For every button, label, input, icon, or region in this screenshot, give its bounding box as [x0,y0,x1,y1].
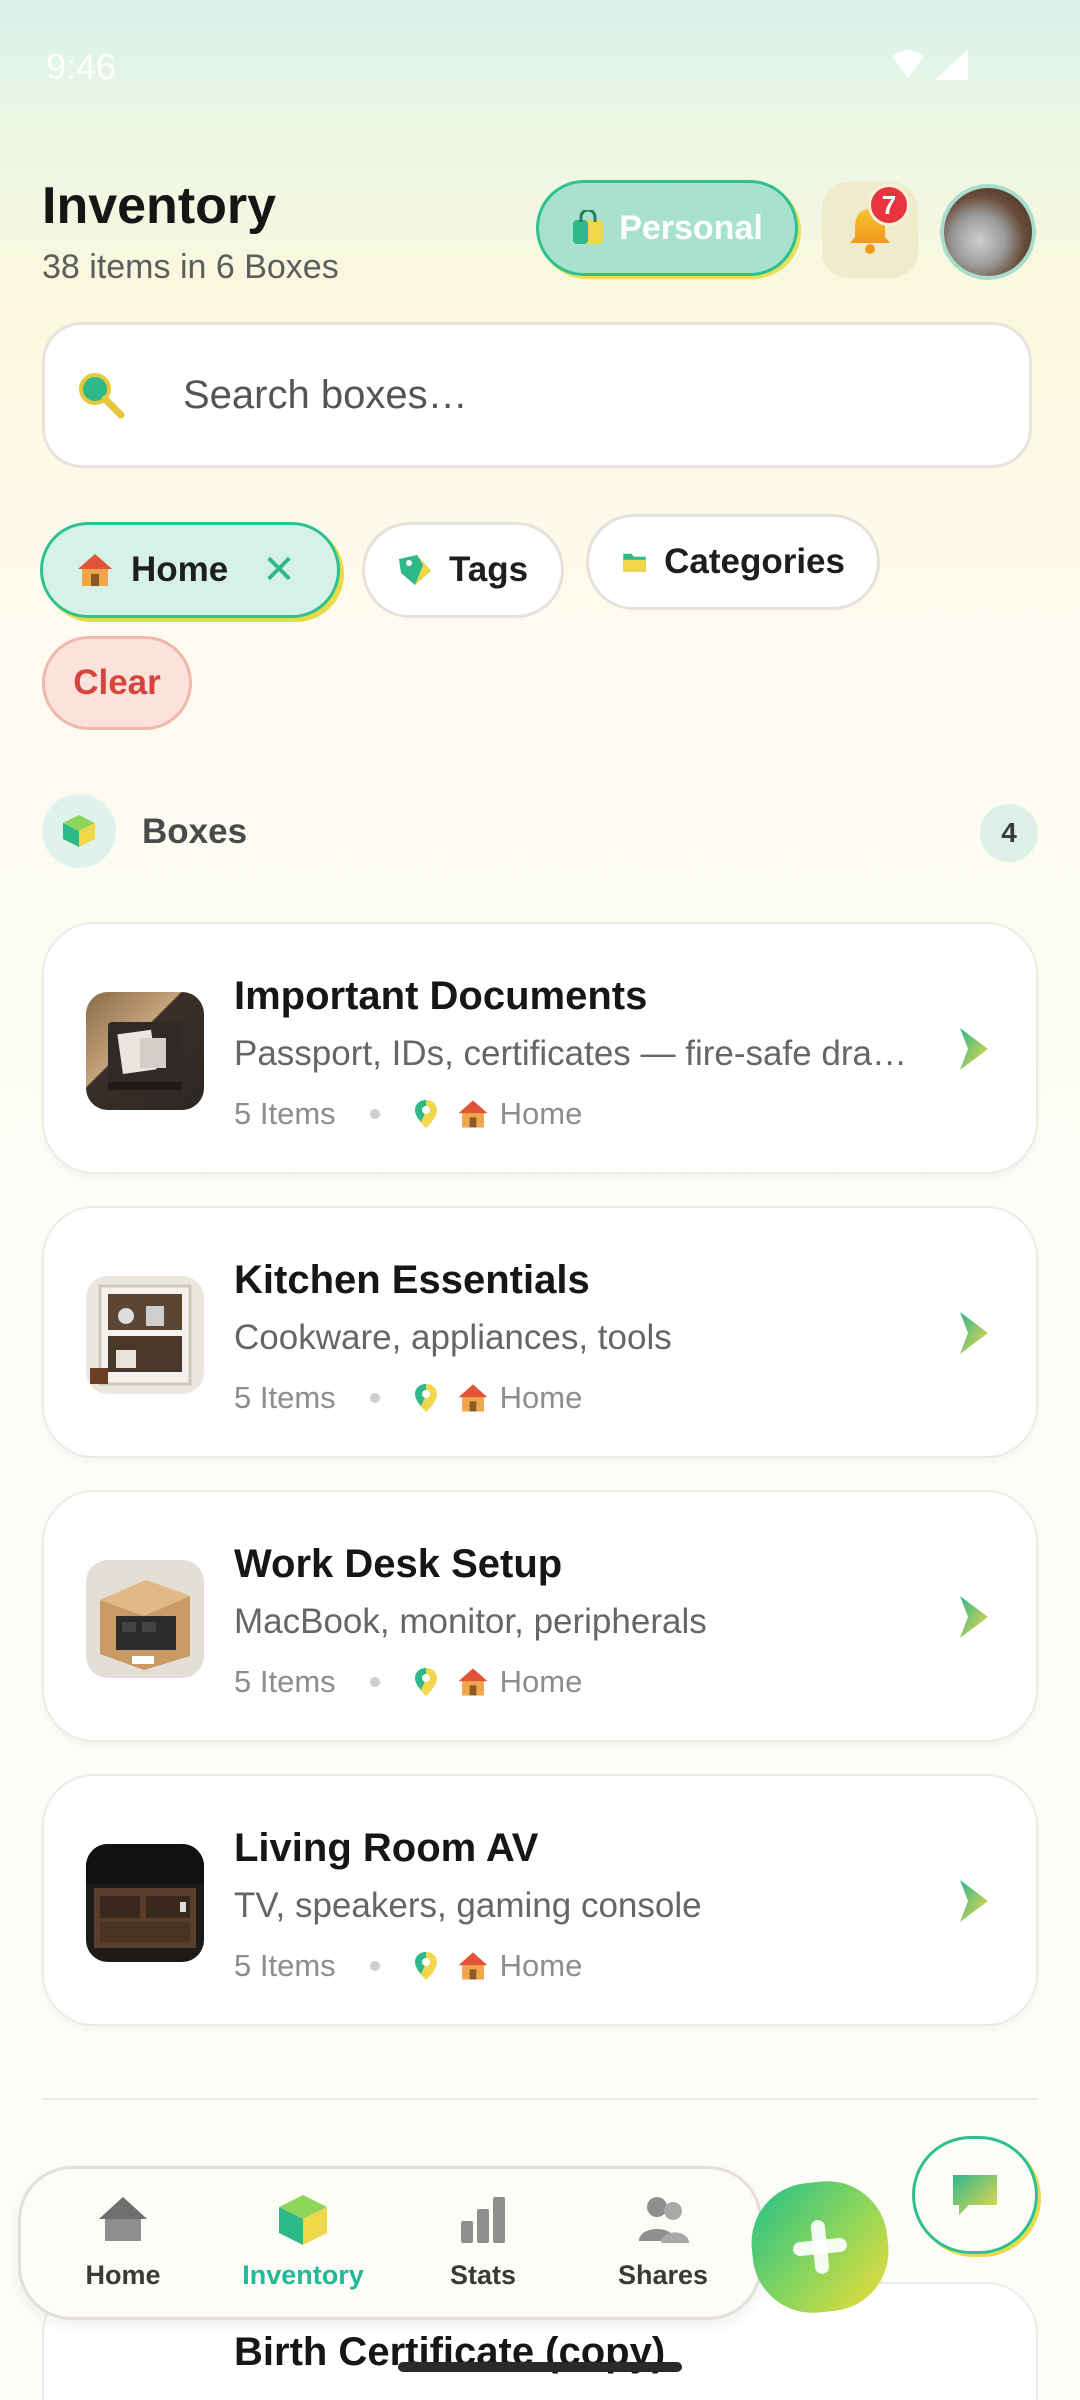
filter-chip-categories[interactable]: Categories [586,514,880,610]
chevron-right-icon [960,1596,988,1638]
separator-dot [369,1677,380,1687]
house-icon [78,554,112,586]
box-meta: 5 Items Home [234,1380,582,1416]
chat-button[interactable] [912,2136,1038,2254]
nav-item-shares[interactable]: Shares [583,2191,743,2291]
location-pin-icon [414,1951,438,1981]
box-thumbnail [86,1560,204,1678]
box-card[interactable]: Living Room AV TV, speakers, gaming cons… [42,1774,1038,2026]
plus-icon [793,2220,847,2274]
section-title: Boxes [142,812,248,851]
filter-chip-tags-label: Tags [449,550,529,589]
status-time: 9:46 [46,46,117,87]
box-item-count: 5 Items [234,1948,336,1983]
signal-wifi-icon [892,50,968,80]
separator-dot [369,1961,380,1971]
nav-label-inventory: Inventory [242,2260,364,2290]
home-icon [99,2197,147,2241]
shopping-bag-icon [573,210,604,244]
house-icon [456,1666,490,1698]
search-placeholder: Search boxes… [183,372,468,417]
house-icon [456,1950,490,1982]
nav-item-home[interactable]: Home [43,2191,203,2291]
search-icon [75,369,165,421]
page-subtitle: 38 items in 6 Boxes [42,248,339,286]
clear-filters-label: Clear [73,663,161,702]
separator-dot [369,1109,380,1119]
location-pin-icon [414,1667,438,1697]
close-icon[interactable]: ✕ [262,547,296,593]
house-icon [456,1098,490,1130]
box-location: Home [499,1948,583,1983]
box-location: Home [499,1096,583,1131]
box-description: TV, speakers, gaming console [234,1886,702,1925]
folder-icon [623,553,646,572]
box-card[interactable]: Important Documents Passport, IDs, certi… [42,922,1038,1174]
box-description: MacBook, monitor, peripherals [234,1602,707,1641]
location-pin-icon [414,1099,438,1129]
avatar[interactable] [940,184,1036,280]
bottom-navigation: Home Inventory Stats Shares [18,2166,762,2320]
box-card[interactable]: Work Desk Setup MacBook, monitor, periph… [42,1490,1038,1742]
box-title: Living Room AV [234,1826,539,1870]
box-thumbnail [86,1844,204,1962]
nav-label-home: Home [85,2260,161,2290]
chevron-right-icon [960,1028,988,1070]
filter-chip-tags[interactable]: Tags [362,522,564,618]
box-item-count: 5 Items [234,1380,336,1415]
box-location: Home [499,1664,583,1699]
box-title: Kitchen Essentials [234,1258,590,1302]
box-icon [42,794,116,868]
separator-dot [369,1393,380,1403]
box-icon [279,2195,327,2245]
boxes-section-header: Boxes 4 [42,794,1038,874]
box-meta: 5 Items Home [234,1948,582,1984]
box-card[interactable]: Kitchen Essentials Cookware, appliances,… [42,1206,1038,1458]
chevron-right-icon [960,1880,988,1922]
tag-icon [399,555,431,585]
nav-item-stats[interactable]: Stats [403,2191,563,2291]
box-location: Home [499,1380,583,1415]
page-title: Inventory [42,177,277,235]
nav-label-shares: Shares [617,2260,709,2290]
filter-chip-home[interactable]: Home ✕ [40,522,340,618]
space-label: Personal [619,208,763,247]
nav-label-stats: Stats [449,2260,517,2290]
status-bar: 9:46 [0,0,1080,140]
location-pin-icon [414,1383,438,1413]
box-thumbnail [86,992,204,1110]
box-description: Passport, IDs, certificates — fire-safe … [234,1034,914,1073]
users-icon [639,2197,689,2243]
notification-badge: 7 [868,184,910,226]
search-input[interactable]: Search boxes… [42,322,1032,468]
chat-bubble-icon [953,2175,997,2215]
bar-chart-icon [461,2197,505,2243]
section-divider [42,2098,1038,2100]
space-switcher-button[interactable]: Personal [536,180,798,276]
clear-filters-button[interactable]: Clear [42,636,192,730]
box-description: Cookware, appliances, tools [234,1318,672,1357]
home-indicator [398,2362,682,2372]
chevron-right-icon [960,1312,988,1354]
box-title: Important Documents [234,974,648,1018]
box-thumbnail [86,1276,204,1394]
box-title: Work Desk Setup [234,1542,563,1586]
nav-item-inventory[interactable]: Inventory [223,2191,383,2291]
house-icon [456,1382,490,1414]
section-count-badge: 4 [980,804,1038,862]
box-meta: 5 Items Home [234,1096,582,1132]
filter-chip-categories-label: Categories [664,542,845,581]
filter-chip-home-label: Home [131,550,229,589]
box-meta: 5 Items Home [234,1664,582,1700]
box-item-count: 5 Items [234,1096,336,1131]
box-item-count: 5 Items [234,1664,336,1699]
